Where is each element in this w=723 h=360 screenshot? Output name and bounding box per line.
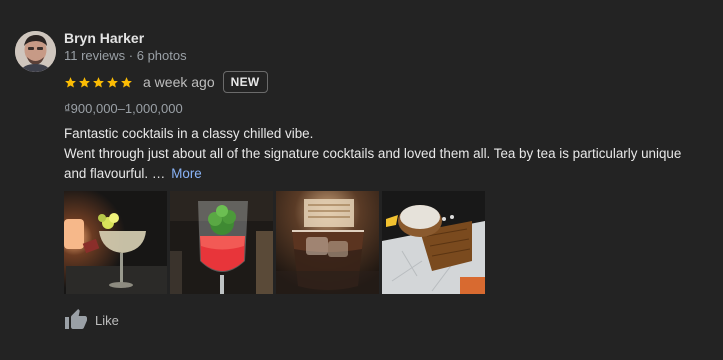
star-icon — [93, 76, 104, 88]
new-badge: NEW — [222, 71, 268, 93]
review-line-last: and flavourful. … More — [64, 164, 704, 184]
author-meta: 11 reviews · 6 photos — [64, 48, 187, 63]
review-line: Went through just about all of the signa… — [64, 146, 682, 161]
star-icon — [65, 76, 76, 88]
review-photo[interactable] — [276, 191, 379, 294]
photo-strip — [64, 191, 485, 294]
review-time: a week ago — [143, 74, 215, 90]
avatar-photo-icon — [15, 31, 56, 72]
cocktail-photo-bowl-tray-icon — [382, 191, 485, 294]
review-photo[interactable] — [64, 191, 167, 294]
like-button[interactable]: Like — [64, 308, 119, 332]
star-icon — [107, 76, 118, 88]
more-link[interactable]: More — [171, 166, 202, 181]
review-photo[interactable] — [170, 191, 273, 294]
star-icon — [121, 76, 132, 88]
like-label: Like — [95, 312, 119, 328]
review-photo[interactable] — [382, 191, 485, 294]
cocktail-photo-rocks-glass-icon — [276, 191, 379, 294]
review-text: Fantastic cocktails in a classy chilled … — [64, 124, 704, 184]
author-name[interactable]: Bryn Harker — [64, 30, 144, 46]
thumbs-up-icon — [65, 309, 87, 329]
cocktail-photo-coupe-icon — [64, 191, 167, 294]
review-line: Fantastic cocktails in a classy chilled … — [64, 126, 314, 141]
cocktail-photo-red-garnish-icon — [170, 191, 273, 294]
star-rating — [64, 76, 133, 89]
review-line: and flavourful. … — [64, 166, 166, 181]
star-icon — [79, 76, 90, 88]
price-range: ₫900,000–1,000,000 — [64, 101, 183, 116]
rating-row: a week ago NEW — [64, 70, 268, 94]
author-avatar[interactable] — [15, 31, 56, 72]
review-card: Bryn Harker 11 reviews · 6 photos a week… — [0, 0, 723, 360]
